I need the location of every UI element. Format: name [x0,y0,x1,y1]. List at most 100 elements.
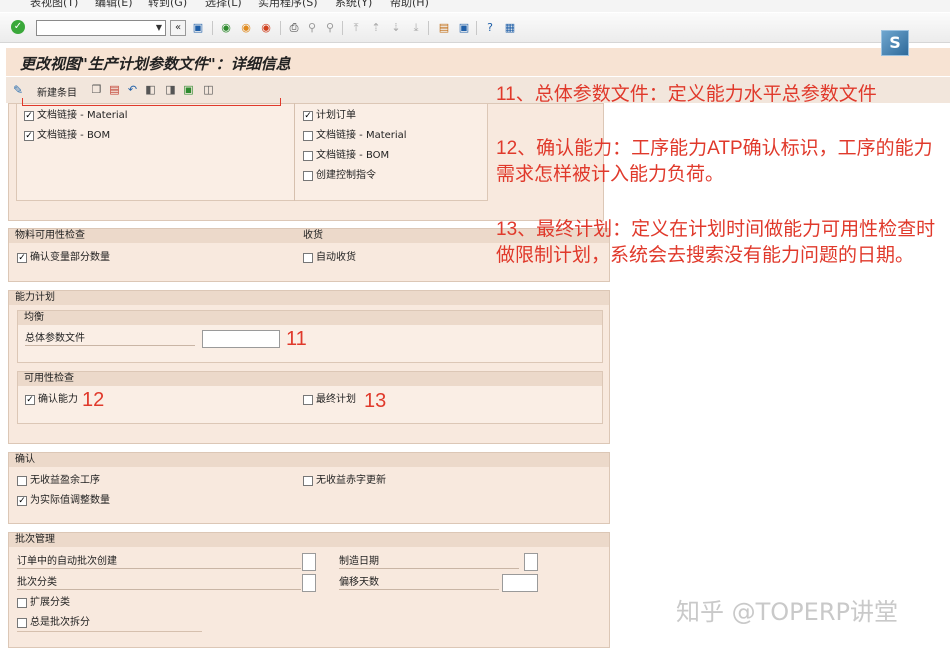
next-page-icon[interactable]: ⇣ [388,20,404,36]
confirm-capacity-checkbox[interactable]: ✓ 确认能力 [25,394,78,406]
menu-system[interactable]: 系统(Y) [335,0,372,10]
checkbox-checked[interactable]: ✓ [17,253,27,263]
batch-class-label: 批次分类 [17,577,301,590]
mfg-date-label: 制造日期 [339,556,519,569]
no-red-update-checkbox[interactable]: 无收益赤字更新 [303,475,386,487]
checkbox-unchecked[interactable] [303,171,313,181]
menu-utilities[interactable]: 实用程序(S) [258,0,318,10]
toolbar-separator [428,21,429,35]
checkbox-checked[interactable]: ✓ [25,395,35,405]
back-green-icon[interactable]: ◉ [218,20,234,36]
first-page-icon[interactable]: ⤒ [348,20,364,36]
auto-goods-receipt-checkbox[interactable]: 自动收货 [303,252,356,264]
checkbox-checked[interactable]: ✓ [303,111,313,121]
capacity-planning-header: 能力计划 [9,291,609,305]
confirm-variant-checkbox[interactable]: ✓ 确认变量部分数量 [17,252,110,264]
checkbox-unchecked[interactable] [17,476,27,486]
annotation-note-12: 12、确认能力：工序能力ATP确认标识，工序的能力需求怎样被计入能力负荷。 [496,138,933,185]
checkbox-unchecked[interactable] [303,395,313,405]
next-entry-icon[interactable]: ◨ [164,83,177,97]
toolbar-separator [476,21,477,35]
doc-link-bom-right-checkbox[interactable]: 文档链接 - BOM [303,150,389,162]
marker-13: 13 [364,390,387,412]
availability-check-header: 可用性检查 [18,372,602,386]
select-icon[interactable]: ▣ [182,83,195,97]
annotation-note-11: 11、总体参数文件：定义能力水平总参数文件 [496,84,877,105]
new-entries-button[interactable]: 新建条目 [37,84,77,99]
adjust-actual-checkbox[interactable]: ✓ 为实际值调整数量 [17,495,110,507]
checkbox-unchecked[interactable] [303,253,313,263]
mfg-date-input[interactable] [524,553,538,571]
auto-batch-input[interactable] [302,553,316,571]
extended-class-checkbox[interactable]: 扩展分类 [17,597,70,609]
sap-logo-icon: S [881,30,909,56]
undo-icon[interactable]: ↶ [126,83,139,97]
back-icon[interactable]: « [170,20,186,36]
command-field[interactable]: ▼ [36,20,166,36]
exit-icon[interactable]: ◉ [238,20,254,36]
batch-management-header: 批次管理 [9,533,609,547]
delete-icon[interactable]: ▤ [108,83,121,97]
column-divider [294,103,295,201]
annotation-note-13: 13、最终计划：定义在计划时间做能力可用性检查时做限制计划，系统会去搜索没有能力… [496,219,936,266]
watermark: 知乎 @TOPERP讲堂 [676,598,898,626]
material-availability-header: 物料可用性检查 [9,229,297,243]
marker-11: 11 [286,328,307,350]
save-icon[interactable]: ▣ [190,20,206,36]
layout-icon[interactable]: ▦ [502,20,518,36]
overall-profile-input[interactable] [202,330,280,348]
planned-order-checkbox[interactable]: ✓ 计划订单 [303,110,356,122]
menu-bar: 表视图(T) 编辑(E) 转到(G) 选择(L) 实用程序(S) 系统(Y) 帮… [0,0,950,12]
toolbar-separator [280,21,281,35]
help-icon[interactable]: ? [482,20,498,36]
checkbox-checked[interactable]: ✓ [24,131,34,141]
dropdown-arrow-icon[interactable]: ▼ [156,21,162,35]
previous-entry-icon[interactable]: ◧ [144,83,157,97]
highlight-frame [22,98,281,106]
confirmation-header: 确认 [9,453,609,467]
finite-scheduling-checkbox[interactable]: 最终计划 [303,394,356,406]
leveling-header: 均衡 [18,311,602,325]
standard-toolbar: ✓ ▼ « ▣ ◉ ◉ ◉ ⎙ ⚲ ⚲ ⤒ ⇡ ⇣ ⤓ ▤ ▣ ? ▦ [0,13,950,43]
checkbox-unchecked[interactable] [303,476,313,486]
find-icon[interactable]: ⚲ [304,20,320,36]
no-surplus-ops-checkbox[interactable]: 无收益盈余工序 [17,475,100,487]
find-next-icon[interactable]: ⚲ [322,20,338,36]
checkbox-unchecked[interactable] [17,598,27,608]
check-icon[interactable]: ✓ [11,20,25,34]
shortcut-icon[interactable]: ▣ [456,20,472,36]
copy-icon[interactable]: ❐ [90,83,103,97]
menu-goto[interactable]: 转到(G) [148,0,187,10]
toolbar-separator [212,21,213,35]
doc-link-material-left-checkbox[interactable]: ✓ 文档链接 - Material [24,110,128,122]
checkbox-checked[interactable]: ✓ [24,111,34,121]
menu-table-view[interactable]: 表视图(T) [30,0,78,10]
create-control-instruction-checkbox[interactable]: 创建控制指令 [303,170,376,182]
menu-select[interactable]: 选择(L) [205,0,242,10]
last-page-icon[interactable]: ⤓ [408,20,424,36]
prev-page-icon[interactable]: ⇡ [368,20,384,36]
divider-line [17,631,202,632]
always-split-checkbox[interactable]: 总是批次拆分 [17,617,90,629]
new-session-icon[interactable]: ▤ [436,20,452,36]
checkbox-unchecked[interactable] [17,618,27,628]
overall-profile-label: 总体参数文件 [25,333,195,346]
menu-edit[interactable]: 编辑(E) [95,0,133,10]
checkbox-unchecked[interactable] [303,131,313,141]
new-entries-icon[interactable]: ✎ [13,83,23,97]
cancel-icon[interactable]: ◉ [258,20,274,36]
auto-batch-label: 订单中的自动批次创建 [17,556,301,569]
print-icon[interactable]: ⎙ [286,20,302,36]
batch-class-input[interactable] [302,574,316,592]
offset-days-input[interactable] [502,574,538,592]
checkbox-checked[interactable]: ✓ [17,496,27,506]
other-icon[interactable]: ◫ [202,83,215,97]
doc-link-bom-left-checkbox[interactable]: ✓ 文档链接 - BOM [24,130,110,142]
offset-days-label: 偏移天数 [339,577,499,590]
doc-link-material-right-checkbox[interactable]: 文档链接 - Material [303,130,407,142]
menu-help[interactable]: 帮助(H) [390,0,429,10]
toolbar-separator [342,21,343,35]
checkbox-unchecked[interactable] [303,151,313,161]
marker-12: 12 [82,389,105,411]
page-title: 更改视图"生产计划参数文件"：详细信息 [20,55,291,73]
